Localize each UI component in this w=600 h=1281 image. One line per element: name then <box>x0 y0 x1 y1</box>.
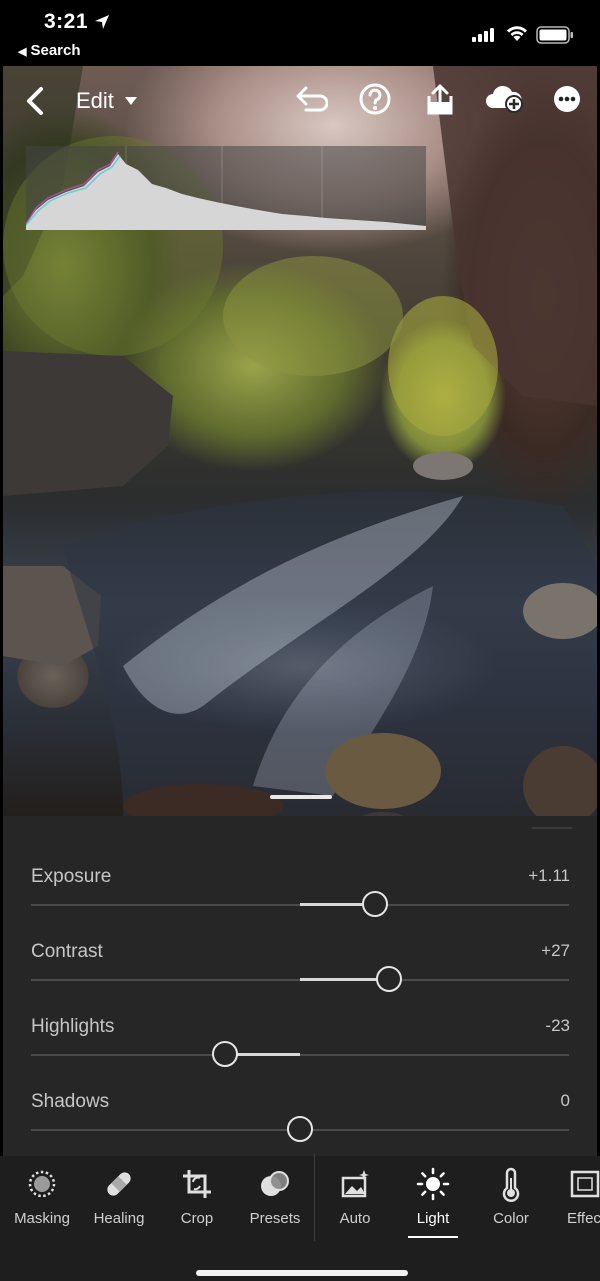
slider-knob[interactable] <box>375 966 402 992</box>
tool-healing[interactable]: Healing <box>80 1166 158 1227</box>
tool-label: Healing <box>93 1210 145 1227</box>
wifi-icon <box>507 26 527 41</box>
panel-scroll-hint <box>532 827 572 829</box>
tool-label: Crop <box>180 1210 214 1227</box>
toolbar-divider <box>314 1153 315 1241</box>
slider-exposure[interactable]: Exposure +1.11 <box>0 866 600 940</box>
cellular-signal-icon <box>472 28 494 42</box>
slider-knob[interactable] <box>362 891 389 917</box>
slider-contrast[interactable]: Contrast +27 <box>0 941 600 1015</box>
presets-icon <box>236 1166 314 1202</box>
cloud-add-icon[interactable] <box>484 84 524 114</box>
tool-masking[interactable]: Masking <box>3 1166 81 1227</box>
tool-label: Effec <box>567 1210 600 1227</box>
undo-icon[interactable] <box>294 84 328 114</box>
back-to-app-link[interactable]: ◀ Search <box>18 42 81 59</box>
location-arrow-icon <box>95 15 109 29</box>
crop-icon <box>158 1166 236 1202</box>
slider-value: +27 <box>541 941 570 960</box>
slider-label: Highlights <box>31 1016 115 1037</box>
histogram-graph <box>26 146 426 230</box>
thermometer-icon <box>472 1166 550 1202</box>
auto-image-icon <box>316 1166 394 1202</box>
active-tool-indicator <box>408 1236 458 1238</box>
slider-value: 0 <box>560 1091 570 1110</box>
slider-value: -23 <box>545 1016 570 1035</box>
slider-track[interactable] <box>31 1054 569 1056</box>
slider-knob[interactable] <box>287 1116 313 1142</box>
help-icon[interactable] <box>358 82 392 116</box>
status-time: 3:21 <box>44 10 89 33</box>
back-app-label: Search <box>30 42 81 59</box>
tool-effects[interactable]: Effec <box>548 1166 600 1227</box>
sun-icon <box>394 1166 472 1202</box>
tool-label: Masking <box>14 1210 70 1227</box>
share-icon[interactable] <box>424 82 456 116</box>
tool-label: Color <box>493 1210 529 1227</box>
battery-icon <box>536 26 573 44</box>
tool-presets[interactable]: Presets <box>236 1166 314 1227</box>
tool-light[interactable]: Light <box>394 1166 472 1227</box>
effects-icon <box>548 1166 600 1202</box>
slider-value: +1.11 <box>528 866 570 885</box>
tool-crop[interactable]: Crop <box>158 1166 236 1227</box>
back-triangle-icon: ◀ <box>18 46 27 58</box>
home-indicator[interactable] <box>196 1270 408 1276</box>
slider-label: Shadows <box>31 1091 110 1112</box>
slider-knob[interactable] <box>211 1041 238 1067</box>
status-bar: 3:21 ◀ Search <box>0 0 600 66</box>
tool-label: Auto <box>339 1210 371 1227</box>
bandage-icon <box>80 1166 158 1202</box>
histogram <box>26 146 426 230</box>
chevron-down-icon[interactable] <box>124 96 138 106</box>
slider-shadows[interactable]: Shadows 0 <box>0 1091 600 1165</box>
edit-mode-label[interactable]: Edit <box>76 88 114 114</box>
tool-label: Presets <box>249 1210 301 1227</box>
tool-label: Light <box>416 1210 450 1227</box>
slider-highlights[interactable]: Highlights -23 <box>0 1016 600 1090</box>
back-chevron-icon[interactable] <box>24 86 46 116</box>
slider-label: Exposure <box>31 866 112 887</box>
slider-label: Contrast <box>31 941 103 962</box>
more-options-icon[interactable] <box>552 84 582 114</box>
tool-auto[interactable]: Auto <box>316 1166 394 1227</box>
panel-drag-handle[interactable] <box>270 795 332 799</box>
tool-color[interactable]: Color <box>472 1166 550 1227</box>
masking-icon <box>3 1166 81 1202</box>
